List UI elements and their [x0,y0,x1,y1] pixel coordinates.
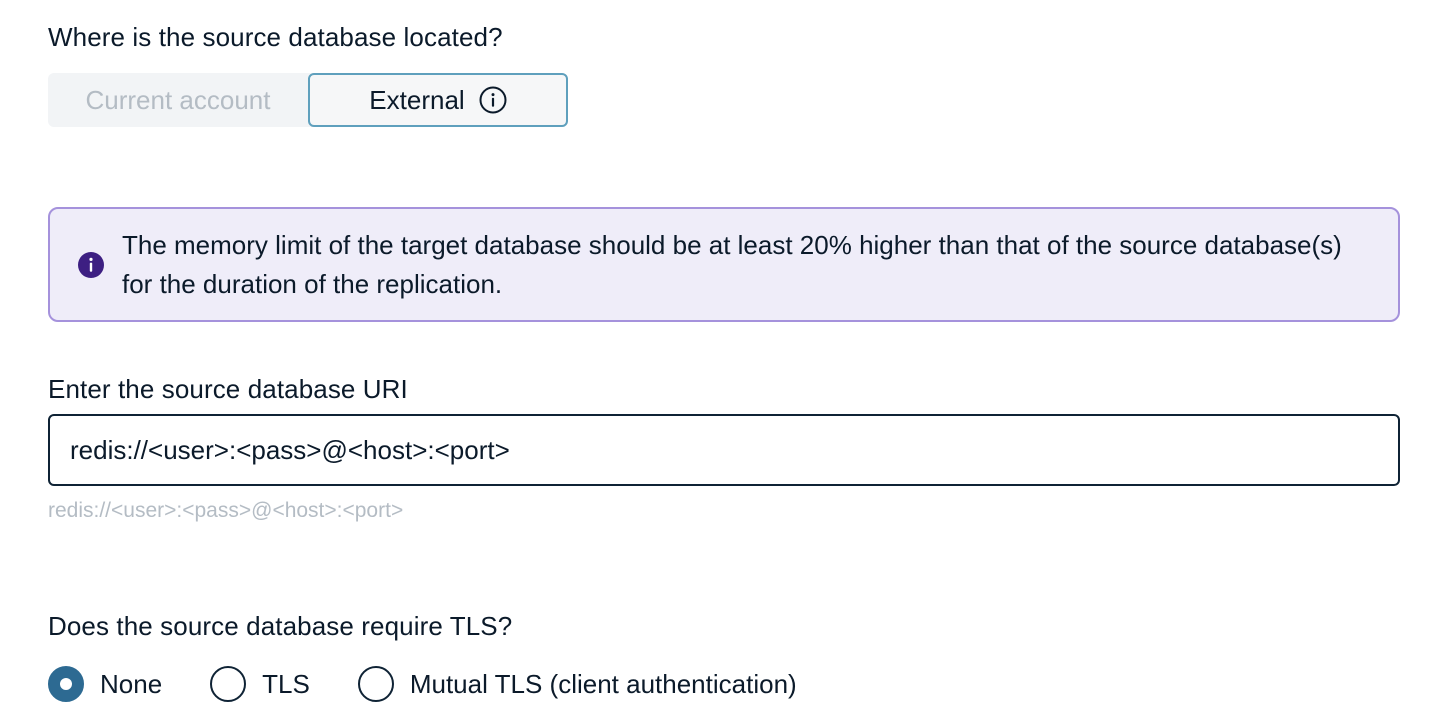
location-segmented-control: Current account External [48,73,568,127]
tls-option-tls[interactable]: TLS [210,666,310,702]
info-icon[interactable] [479,86,507,114]
radio-unselected[interactable] [210,666,247,702]
tls-option-none[interactable]: None [48,666,162,702]
replication-source-form: Where is the source database located? Cu… [0,0,1436,722]
current-account-option[interactable]: Current account [48,73,308,127]
uri-label: Enter the source database URI [48,374,408,404]
current-account-label: Current account [85,84,271,115]
external-option[interactable]: External [308,73,568,127]
radio-unselected[interactable] [357,666,394,702]
tls-radio-group: None TLS Mutual TLS (client authenticati… [48,665,845,703]
radio-dot [60,678,72,690]
tls-option-label: None [100,668,163,699]
source-uri-input[interactable] [48,414,1400,486]
banner-message: The memory limit of the target database … [122,230,1342,299]
tls-option-label: TLS [262,668,310,699]
tls-option-mutual[interactable]: Mutual TLS (client authentication) [357,666,797,702]
tls-question: Does the source database require TLS? [48,611,513,641]
uri-hint: redis://<user>:<pass>@<host>:<port> [48,499,404,522]
info-icon [77,251,105,279]
tls-option-label: Mutual TLS (client authentication) [409,668,797,699]
location-question: Where is the source database located? [48,22,503,52]
external-label: External [369,84,465,115]
radio-selected[interactable] [48,666,84,702]
memory-limit-banner: The memory limit of the target database … [48,207,1400,322]
